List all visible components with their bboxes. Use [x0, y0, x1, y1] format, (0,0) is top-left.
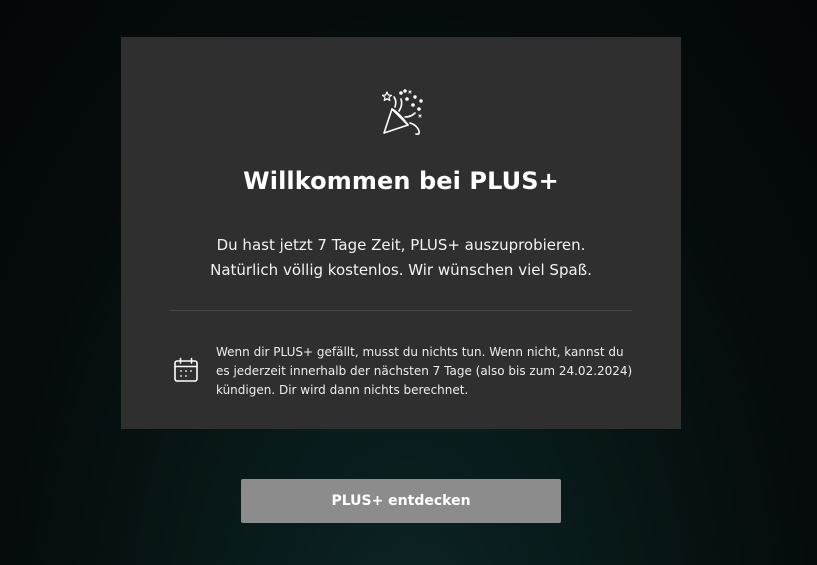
divider — [170, 310, 632, 311]
subtitle-line-2: Natürlich völlig kostenlos. Wir wünschen… — [210, 261, 592, 279]
party-popper-icon — [381, 89, 423, 135]
subtitle-line-1: Du hast jetzt 7 Tage Zeit, PLUS+ auszupr… — [216, 236, 586, 254]
welcome-card: Willkommen bei PLUS+ Du hast jetzt 7 Tag… — [121, 37, 681, 429]
page-title: Willkommen bei PLUS+ — [243, 167, 559, 195]
calendar-icon — [174, 357, 198, 382]
welcome-subtitle: Du hast jetzt 7 Tage Zeit, PLUS+ auszupr… — [161, 233, 641, 283]
discover-plus-button[interactable]: PLUS+ entdecken — [241, 479, 561, 523]
cancellation-notice: Wenn dir PLUS+ gefällt, musst du nichts … — [216, 345, 633, 397]
